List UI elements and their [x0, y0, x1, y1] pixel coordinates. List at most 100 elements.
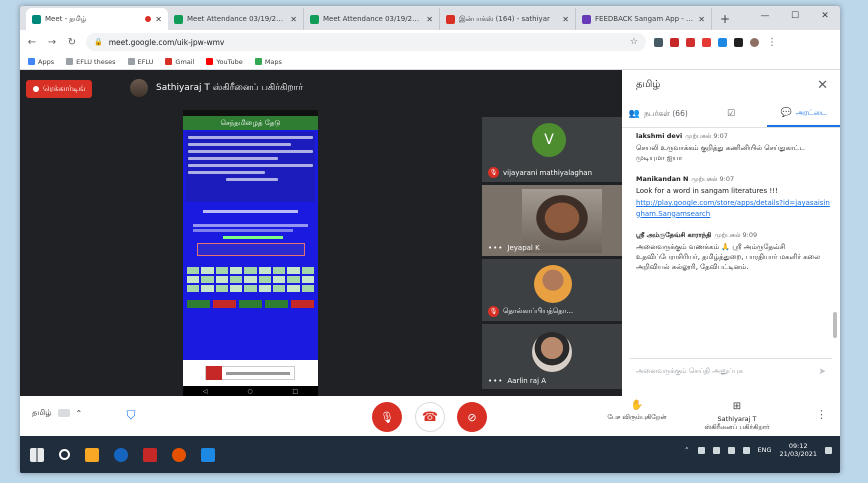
- close-window-button[interactable]: ✕: [810, 6, 840, 26]
- mic-toggle-button[interactable]: 🎙: [372, 402, 402, 432]
- clock-date: 21/03/2021: [779, 450, 817, 459]
- leave-call-button[interactable]: ☎: [415, 402, 445, 432]
- bookmark-maps[interactable]: Maps: [254, 58, 282, 66]
- tab-activities[interactable]: ☑: [695, 100, 768, 127]
- tray-icon[interactable]: [712, 446, 720, 454]
- bookmark-gmail[interactable]: Gmail: [165, 58, 194, 66]
- chat-message: Manikandan N முற்பகல் 9:07 Look for a wor…: [636, 175, 830, 218]
- volume-icon[interactable]: [742, 446, 750, 454]
- tab-people[interactable]: 👥 நபர்கள் (66): [622, 100, 695, 127]
- camera-toggle-button[interactable]: ⊘: [457, 402, 487, 432]
- star-icon[interactable]: ☆: [630, 37, 638, 47]
- browser-tab-attendance-2[interactable]: Meet Attendance 03/19/2021 ✕: [304, 8, 440, 30]
- captions-icon[interactable]: [57, 409, 70, 417]
- more-options-icon[interactable]: •••: [488, 244, 503, 252]
- app-icon[interactable]: [143, 447, 157, 462]
- bookmark-eflu-theses[interactable]: EFLU theses: [66, 58, 116, 66]
- clock-time: 09:12: [788, 442, 808, 450]
- back-arrow-icon[interactable]: ←: [26, 37, 38, 48]
- tray-icon[interactable]: [697, 446, 705, 454]
- browser-menu-icon[interactable]: ⋮: [766, 37, 778, 48]
- recording-dot-icon: [33, 86, 39, 92]
- shared-app-title: செந்தமிழைத் தேடு: [183, 116, 318, 130]
- participant-avatar: [532, 332, 572, 372]
- windows-start-icon[interactable]: [30, 447, 44, 462]
- file-explorer-icon[interactable]: [85, 447, 99, 462]
- close-tab-icon[interactable]: ✕: [698, 15, 705, 24]
- close-tab-icon[interactable]: ✕: [562, 15, 569, 24]
- browser-tab-attendance-1[interactable]: Meet Attendance 03/19/2021 ✕: [168, 8, 304, 30]
- participant-tile[interactable]: ••• Aarlin raj A: [482, 324, 622, 389]
- chrome-icon[interactable]: [172, 447, 186, 462]
- participant-tile[interactable]: V 🎙 vijayarani mathiyalaghan: [482, 117, 622, 182]
- reload-icon[interactable]: ↻: [66, 37, 78, 48]
- close-tab-icon[interactable]: ✕: [426, 15, 433, 24]
- taskbar-clock[interactable]: 09:12 21/03/2021: [780, 442, 817, 459]
- more-options-icon[interactable]: ⋮: [816, 408, 827, 421]
- message-text: செயலி உருவாக்கம் குறித்து கணினியில் செய்…: [636, 144, 805, 163]
- url-field[interactable]: 🔒 meet.google.com/uik-jpw-wmv ☆: [86, 33, 646, 51]
- chat-message: lakshmi devi முற்பகல் 9:07 செயலி உருவாக்க…: [636, 132, 830, 163]
- extension-icon[interactable]: [670, 37, 679, 47]
- present-screen-icon: ⊞: [732, 401, 742, 412]
- profile-avatar[interactable]: [750, 37, 759, 47]
- shared-app-buttons: [187, 300, 314, 308]
- chat-panel: தமிழ் ✕ 👥 நபர்கள் (66) ☑ 💬 அரட்டை lakshmi …: [622, 70, 840, 396]
- participant-name: vijayarani mathiyalaghan: [503, 168, 593, 177]
- extension-icon[interactable]: [718, 37, 727, 47]
- notification-icon[interactable]: [825, 446, 832, 454]
- more-options-icon[interactable]: •••: [488, 377, 503, 385]
- forward-arrow-icon[interactable]: →: [46, 37, 58, 48]
- maximize-button[interactable]: ☐: [780, 6, 810, 26]
- presenting-button[interactable]: ⊞ Sathiyaraj T ஸ்கிரீனைப் பகிர்கிறார்: [692, 400, 782, 432]
- browser-tab-feedback[interactable]: FEEDBACK Sangam App - Go ✕: [576, 8, 712, 30]
- bookmark-eflu[interactable]: EFLU: [127, 58, 153, 66]
- language-indicator[interactable]: ENG: [758, 446, 772, 454]
- chat-input[interactable]: அனைவருக்கும் செய்தி அனுப்புக ➤: [630, 358, 832, 384]
- chat-input-placeholder: அனைவருக்கும் செய்தி அனுப்புக: [636, 367, 743, 375]
- captions-language[interactable]: தமிழ் ⌃: [32, 408, 82, 418]
- extension-icons: ⋮: [654, 37, 778, 48]
- shared-app-content: [183, 130, 318, 360]
- raise-hand-button[interactable]: ✋ பேச விரும்புகிறேன்: [602, 400, 672, 422]
- shared-app-line: [203, 210, 298, 213]
- chat-message: ஸ்ரீ அம்ருதேவ்சி காராந்தி முற்பகல் 9:09 அ…: [636, 231, 830, 272]
- chevron-up-icon[interactable]: ⌃: [76, 409, 83, 418]
- extension-icon[interactable]: [702, 37, 711, 47]
- participant-name: Jeyapal K: [507, 244, 540, 252]
- bookmark-youtube[interactable]: YouTube: [206, 58, 243, 66]
- new-tab-button[interactable]: +: [712, 12, 738, 30]
- tab-chat[interactable]: 💬 அரட்டை: [767, 100, 840, 127]
- app-icon[interactable]: [201, 447, 215, 462]
- shared-app-search-input: [197, 243, 305, 256]
- page-icon: [127, 58, 135, 65]
- send-icon[interactable]: ➤: [818, 367, 826, 377]
- minimize-button[interactable]: —: [750, 6, 780, 26]
- search-icon[interactable]: [59, 449, 70, 460]
- close-icon[interactable]: ✕: [817, 78, 828, 93]
- presenter-info: Sathiyaraj T ஸ்கிரீனைப் பகிர்கிறார்: [130, 79, 303, 97]
- message-link[interactable]: http://play.google.com/store/apps/detail…: [636, 198, 830, 218]
- address-bar: ← → ↻ 🔒 meet.google.com/uik-jpw-wmv ☆ ⋮: [20, 30, 840, 54]
- sheets-favicon-icon: [174, 14, 183, 24]
- extension-icon[interactable]: [654, 37, 663, 47]
- bookmark-apps[interactable]: Apps: [28, 58, 54, 66]
- chat-scrollbar[interactable]: [833, 312, 837, 338]
- participant-tile[interactable]: ••• Jeyapal K: [482, 185, 622, 256]
- browser-tab-strip: Meet - தமிழ் ✕ Meet Attendance 03/19/202…: [20, 6, 840, 30]
- edge-icon[interactable]: [114, 447, 128, 462]
- participant-name: தொல்காப்பியத்தொ...: [503, 307, 574, 315]
- browser-tab-meet[interactable]: Meet - தமிழ் ✕: [26, 8, 168, 30]
- shield-icon[interactable]: ⛉: [122, 405, 140, 425]
- extension-icon[interactable]: [686, 37, 695, 47]
- extension-icon[interactable]: [734, 37, 743, 47]
- chevron-up-icon[interactable]: ⌃: [684, 446, 689, 454]
- youtube-icon: [206, 58, 214, 65]
- message-text: Look for a word in sangam literatures !!…: [636, 187, 778, 196]
- browser-tab-inbox[interactable]: இன்பாக்ஸ் (164) - sathiyar ✕: [440, 8, 576, 30]
- camera-off-icon: ⊘: [467, 410, 477, 424]
- close-tab-icon[interactable]: ✕: [155, 15, 162, 24]
- network-icon[interactable]: [727, 446, 735, 454]
- participant-tile[interactable]: 🎙 தொல்காப்பியத்தொ...: [482, 259, 622, 321]
- close-tab-icon[interactable]: ✕: [290, 15, 297, 24]
